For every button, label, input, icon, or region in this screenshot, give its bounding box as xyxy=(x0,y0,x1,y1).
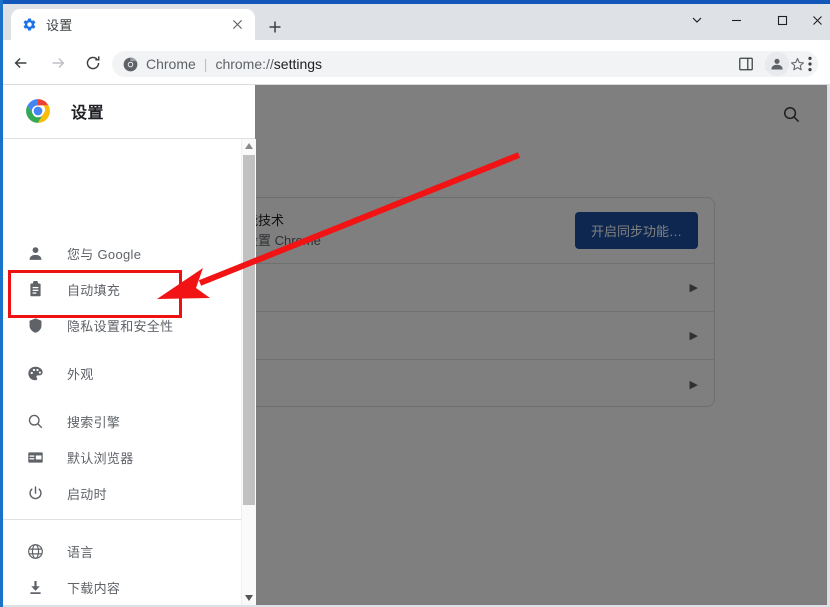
sidebar-item-label: 默认浏览器 xyxy=(67,450,134,466)
palette-icon xyxy=(25,363,45,383)
avatar xyxy=(765,52,789,76)
sidebar-item-you-and-google[interactable]: 您与 Google xyxy=(3,235,241,271)
omnibox-scheme-label: Chrome xyxy=(146,56,196,72)
settings-sidebar: 设置 您与 Google 自动填充 隐私设置和安全性 外观 搜索引擎 默认浏览器… xyxy=(3,85,256,605)
person-icon xyxy=(25,243,45,263)
shield-icon xyxy=(25,315,45,335)
sidebar-item-on-startup[interactable]: 启动时 xyxy=(3,475,241,511)
sidebar-title: 设置 xyxy=(71,105,105,122)
back-button[interactable] xyxy=(8,50,34,76)
browser-window: 设置 Chrome | chrome://settings 设置 您与 Goog… xyxy=(0,0,830,607)
power-icon xyxy=(25,483,45,503)
omnibox-url-prefix: chrome:// xyxy=(215,56,274,72)
chrome-logo-icon xyxy=(25,98,51,124)
tab-title: 设置 xyxy=(46,18,73,33)
sidebar-item-label: 您与 Google xyxy=(67,246,142,262)
address-bar[interactable]: Chrome | chrome://settings xyxy=(112,51,818,77)
new-tab-button[interactable] xyxy=(262,14,288,40)
scrollbar-down-arrow[interactable] xyxy=(242,591,256,605)
window-minimize-button[interactable] xyxy=(713,4,759,36)
sidebar-item-label: 语言 xyxy=(67,544,94,560)
three-dot-menu-icon[interactable] xyxy=(797,51,823,77)
reload-button[interactable] xyxy=(80,50,106,76)
sidebar-item-label: 下载内容 xyxy=(67,580,121,596)
window-left-border xyxy=(0,0,3,607)
sidebar-item-label: 搜索引擎 xyxy=(67,414,121,430)
sidebar-item-appearance[interactable]: 外观 xyxy=(3,355,241,391)
side-panel-icon[interactable] xyxy=(733,51,759,77)
omnibox-separator: | xyxy=(203,56,208,72)
sidebar-item-languages[interactable]: 语言 xyxy=(3,533,241,569)
tab-close-icon[interactable] xyxy=(229,17,245,33)
sidebar-item-downloads[interactable]: 下载内容 xyxy=(3,569,241,605)
sidebar-item-default-browser[interactable]: 默认浏览器 xyxy=(3,439,241,475)
sidebar-scrollbar[interactable] xyxy=(241,139,256,605)
chrome-logo-icon xyxy=(122,56,138,72)
sidebar-item-label: 隐私设置和安全性 xyxy=(67,318,174,334)
annotation-highlight-box xyxy=(8,270,182,318)
content-dim-overlay xyxy=(255,85,827,605)
sidebar-item-list: 您与 Google 自动填充 隐私设置和安全性 外观 搜索引擎 默认浏览器 启动… xyxy=(3,139,255,605)
sidebar-group-separator xyxy=(3,519,241,520)
profile-avatar-icon[interactable] xyxy=(764,51,790,77)
search-icon xyxy=(25,411,45,431)
globe-icon xyxy=(25,541,45,561)
sidebar-item-label: 启动时 xyxy=(67,486,107,502)
scrollbar-thumb[interactable] xyxy=(243,155,255,505)
scrollbar-up-arrow[interactable] xyxy=(242,139,256,153)
tab-settings[interactable]: 设置 xyxy=(11,9,255,40)
settings-page: 智能技术 化设置 Chrome 开启同步功能… ▶ 料 ▶ ▶ xyxy=(3,85,827,605)
title-bar: 设置 xyxy=(0,0,830,40)
gear-icon xyxy=(21,17,37,33)
sidebar-item-search-engine[interactable]: 搜索引擎 xyxy=(3,403,241,439)
window-close-button[interactable] xyxy=(805,4,830,36)
browser-window-icon xyxy=(25,447,45,467)
download-icon xyxy=(25,577,45,597)
omnibox-url-main: settings xyxy=(273,56,323,72)
forward-button xyxy=(45,50,71,76)
sidebar-header: 设置 xyxy=(3,85,255,137)
window-maximize-button[interactable] xyxy=(759,4,805,36)
omnibox-url: chrome://settings xyxy=(215,56,322,72)
sidebar-item-label: 外观 xyxy=(67,366,94,382)
